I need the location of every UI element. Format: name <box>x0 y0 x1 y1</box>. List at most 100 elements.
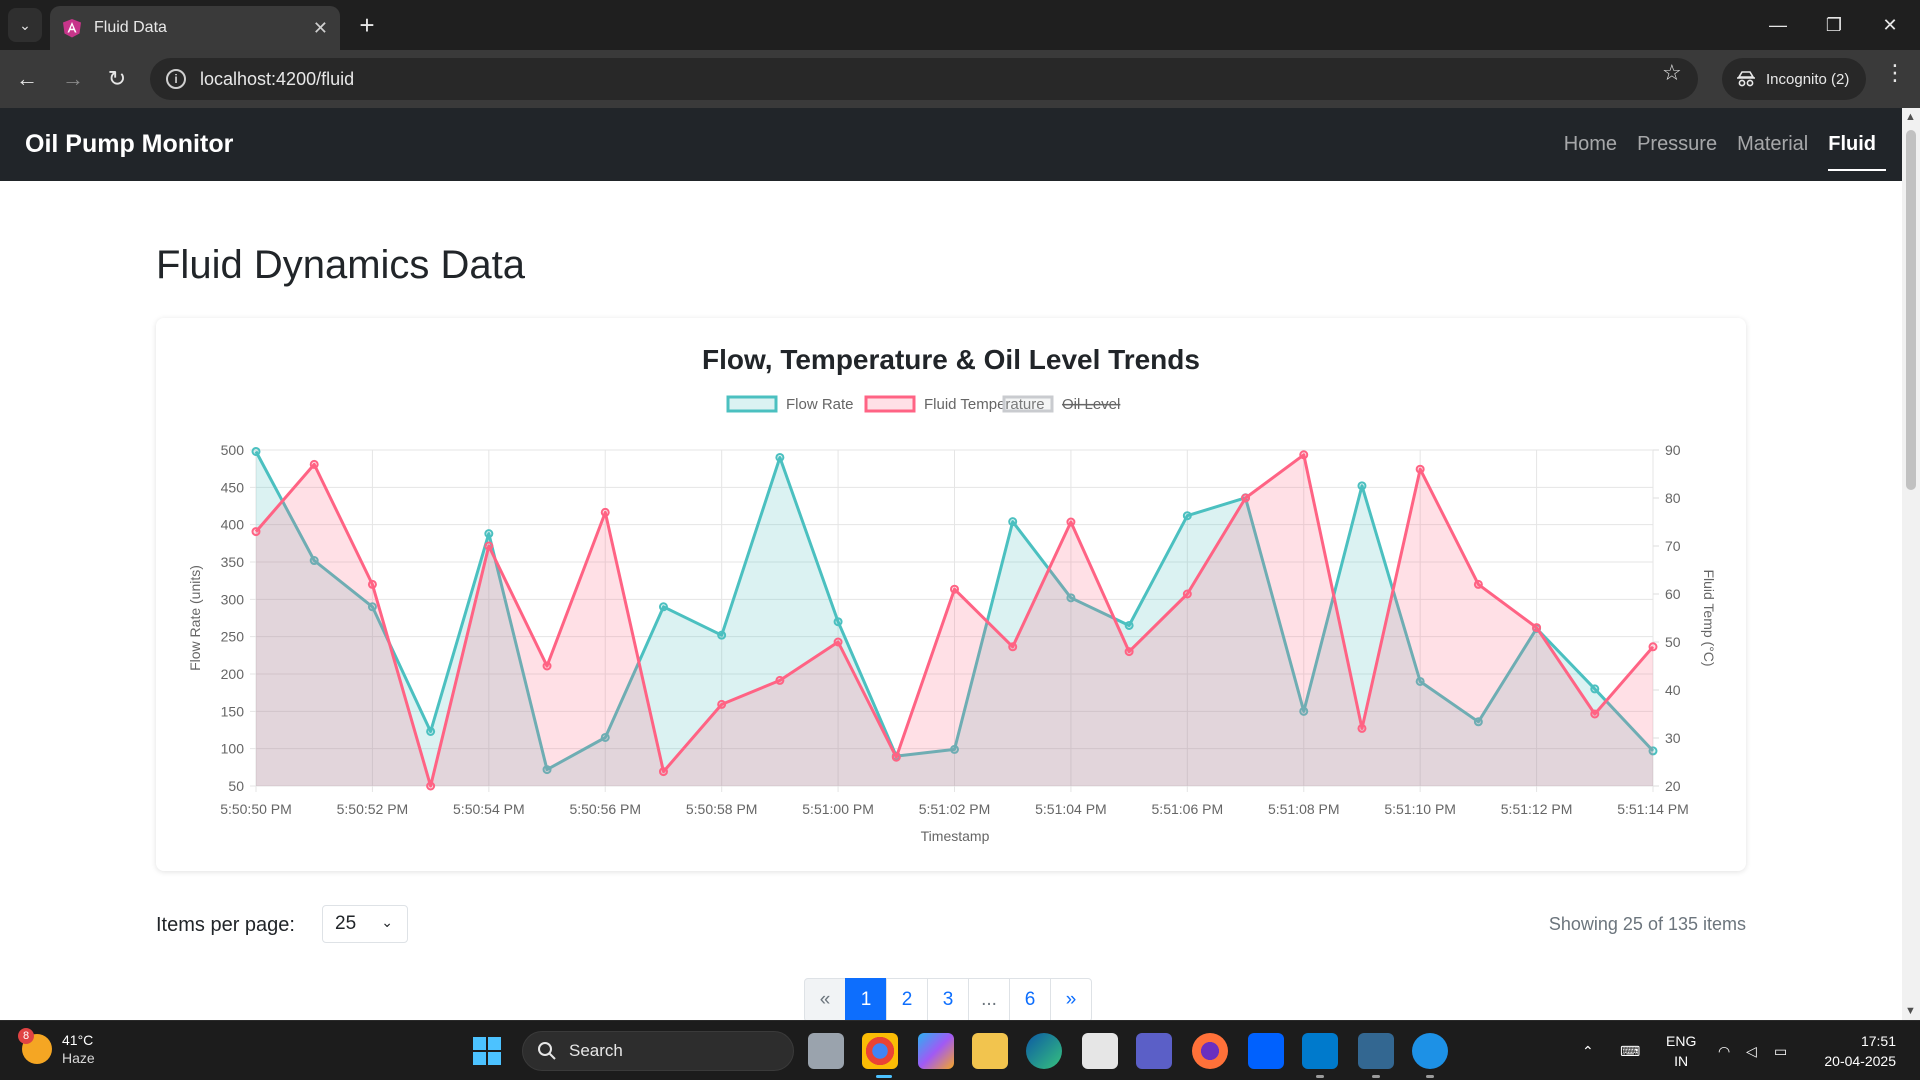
data-point <box>1008 517 1018 527</box>
legend-label: Flow Rate <box>786 396 854 413</box>
scroll-up-arrow-icon[interactable]: ▲ <box>1905 111 1916 123</box>
data-point <box>658 767 668 777</box>
copilot-icon[interactable] <box>918 1033 954 1069</box>
x-tick-label: 5:50:50 PM <box>220 801 292 817</box>
x-tick-label: 5:50:56 PM <box>569 801 641 817</box>
page-title: Fluid Dynamics Data <box>156 243 526 287</box>
tab-close-icon[interactable]: ✕ <box>313 18 328 39</box>
scrollbar-thumb[interactable] <box>1906 130 1916 490</box>
postgresql-icon[interactable] <box>1358 1033 1394 1069</box>
bookmark-star-icon[interactable]: ☆ <box>1662 60 1682 86</box>
data-point <box>367 579 377 589</box>
keyboard-icon[interactable]: ⌨ <box>1620 1021 1640 1081</box>
chrome-icon[interactable] <box>862 1033 898 1069</box>
teams-icon[interactable] <box>1136 1033 1172 1069</box>
nav-links: Home Pressure Material Fluid <box>1554 108 1886 181</box>
clock-time: 17:51 <box>1860 1033 1896 1049</box>
back-arrow-icon[interactable]: ← <box>10 62 44 96</box>
pagination: « 1 2 3 ... 6 » <box>804 978 1092 1020</box>
items-per-page-select[interactable]: 25 ⌄ <box>322 905 408 943</box>
data-point <box>1182 589 1192 599</box>
restore-icon[interactable]: ❐ <box>1806 0 1862 50</box>
language-indicator[interactable]: ENG IN <box>1666 1031 1696 1071</box>
weather-widget[interactable]: 8 41°C Haze <box>18 1028 95 1067</box>
weather-desc: Haze <box>62 1050 95 1066</box>
new-tab-button[interactable]: + <box>352 10 382 40</box>
browser-toolbar: ← → ↻ i localhost:4200/fluid ☆ Incognito… <box>0 50 1920 108</box>
forward-arrow-icon[interactable]: → <box>56 62 90 96</box>
nav-link-home[interactable]: Home <box>1554 108 1627 181</box>
x-tick-label: 5:51:02 PM <box>919 801 991 817</box>
vscode-icon[interactable] <box>1302 1033 1338 1069</box>
vscode-running-indicator <box>1316 1075 1324 1078</box>
x-tick-label: 5:50:58 PM <box>686 801 758 817</box>
chrome-active-indicator <box>876 1075 892 1078</box>
data-point <box>1241 493 1251 503</box>
y-tick-label-left: 100 <box>221 741 245 757</box>
data-point <box>484 541 494 551</box>
page-next-button[interactable]: » <box>1050 978 1092 1020</box>
page-button-3[interactable]: 3 <box>927 978 969 1020</box>
edge-icon[interactable] <box>1026 1033 1062 1069</box>
y-axis-title-right: Fluid Temp (°C) <box>1701 569 1717 666</box>
page-button-1[interactable]: 1 <box>845 978 887 1020</box>
reload-icon[interactable]: ↻ <box>100 62 134 96</box>
task-view-icon[interactable] <box>808 1033 844 1069</box>
y-tick-label-left: 400 <box>221 517 245 533</box>
incognito-label: Incognito (2) <box>1766 70 1850 88</box>
firefox-icon[interactable] <box>1192 1033 1228 1069</box>
windows-taskbar: 8 41°C Haze Search ⌃ ⌨ ENG IN ◠ ◁ ▭ 17:5… <box>0 1020 1920 1080</box>
y-tick-label-left: 150 <box>221 703 245 719</box>
data-point <box>950 584 959 594</box>
page-prev-button[interactable]: « <box>804 978 846 1020</box>
url-text: localhost:4200/fluid <box>200 68 355 89</box>
app-brand[interactable]: Oil Pump Monitor <box>25 130 233 159</box>
address-bar[interactable]: i localhost:4200/fluid <box>150 58 1698 100</box>
store-icon[interactable] <box>1082 1033 1118 1069</box>
windows-start-icon[interactable] <box>472 1036 502 1066</box>
search-placeholder: Search <box>569 1041 623 1060</box>
items-per-page-label: Items per page: <box>156 914 295 936</box>
data-point <box>1008 642 1018 652</box>
nav-link-pressure[interactable]: Pressure <box>1627 108 1727 181</box>
y-tick-label-right: 60 <box>1665 586 1681 602</box>
scroll-down-arrow-icon[interactable]: ▼ <box>1905 1005 1916 1017</box>
window-close-icon[interactable]: ✕ <box>1862 0 1918 50</box>
clock-date: 20-04-2025 <box>1824 1053 1896 1069</box>
browser-tab-active[interactable]: Fluid Data ✕ <box>50 6 340 50</box>
battery-icon[interactable]: ▭ <box>1774 1021 1787 1081</box>
system-clock[interactable]: 17:51 20-04-2025 <box>1824 1031 1896 1071</box>
fluid-trends-chart: Flow, Temperature & Oil Level Trends Flow… <box>187 344 1717 844</box>
data-point <box>309 459 319 469</box>
x-tick-label: 5:50:52 PM <box>337 801 409 817</box>
x-tick-label: 5:50:54 PM <box>453 801 525 817</box>
tray-overflow-icon[interactable]: ⌃ <box>1582 1021 1594 1081</box>
data-point <box>775 675 785 685</box>
data-point <box>1124 620 1134 630</box>
browser-menu-icon[interactable]: ⋮ <box>1880 60 1910 86</box>
nav-link-material[interactable]: Material <box>1727 108 1818 181</box>
incognito-button[interactable]: Incognito (2) <box>1722 58 1866 100</box>
x-tick-label: 5:51:08 PM <box>1268 801 1340 817</box>
site-info-icon[interactable]: i <box>166 69 186 89</box>
x-tick-label: 5:51:10 PM <box>1384 801 1456 817</box>
minimize-icon[interactable]: — <box>1750 0 1806 50</box>
region-code: IN <box>1674 1053 1689 1069</box>
page-button-2[interactable]: 2 <box>886 978 928 1020</box>
data-point <box>1357 723 1367 733</box>
tab-search-button[interactable]: ⌄ <box>8 8 42 42</box>
weather-temp: 41°C <box>62 1032 94 1048</box>
page-scrollbar[interactable]: ▲ ▼ <box>1902 108 1920 1020</box>
weather-sun-icon: 8 <box>18 1028 52 1064</box>
x-tick-label: 5:51:14 PM <box>1617 801 1689 817</box>
file-explorer-icon[interactable] <box>972 1033 1008 1069</box>
x-tick-label: 5:51:04 PM <box>1035 801 1107 817</box>
wifi-icon[interactable]: ◠ <box>1718 1021 1730 1081</box>
nav-link-fluid[interactable]: Fluid <box>1818 108 1886 181</box>
volume-icon[interactable]: ◁ <box>1746 1021 1757 1081</box>
y-axis-title-left: Flow Rate (units) <box>187 565 203 671</box>
dropbox-icon[interactable] <box>1248 1033 1284 1069</box>
taskbar-search[interactable]: Search <box>522 1031 794 1071</box>
docker-icon[interactable] <box>1412 1033 1448 1069</box>
page-button-6[interactable]: 6 <box>1009 978 1051 1020</box>
